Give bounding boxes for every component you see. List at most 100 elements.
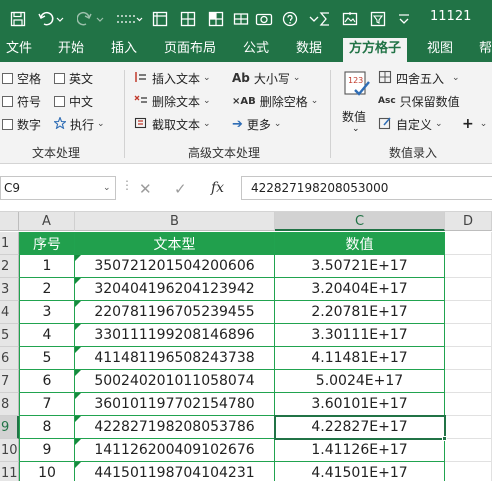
tab-file[interactable]: 文件: [6, 38, 32, 62]
table-header-cell[interactable]: 文本型: [75, 232, 275, 255]
tab-insert[interactable]: 插入: [111, 38, 137, 62]
column-header-b[interactable]: B: [75, 212, 275, 231]
image-icon[interactable]: [340, 6, 360, 32]
execute-button[interactable]: 执行 ⌄: [53, 114, 105, 134]
empty-cell[interactable]: [445, 416, 492, 439]
custom-button[interactable]: 自定义 ⌄: [378, 114, 443, 134]
insert-text-button[interactable]: 插入文本 ⌄: [134, 68, 211, 88]
table-cell[interactable]: 10: [19, 462, 75, 481]
table-cell[interactable]: 5.0024E+17: [275, 370, 445, 393]
tab-home[interactable]: 开始: [58, 38, 84, 62]
empty-cell[interactable]: [445, 232, 492, 255]
table-cell[interactable]: 1: [19, 255, 75, 278]
english-checkbox[interactable]: 英文: [54, 68, 93, 88]
formula-icon[interactable]: [316, 6, 334, 32]
cell-tool-icon-2[interactable]: [232, 6, 250, 32]
table-cell[interactable]: 330111199208146896: [75, 324, 275, 347]
tab-fangfang-gezi[interactable]: 方方格子: [343, 38, 408, 62]
delete-text-button[interactable]: 删除文本 ⌄: [134, 91, 211, 111]
empty-cell[interactable]: [445, 255, 492, 278]
text-tool-icon[interactable]: [114, 6, 144, 32]
table-cell[interactable]: 5: [19, 347, 75, 370]
plus-button[interactable]: + ⌄: [462, 114, 487, 134]
number-button[interactable]: 123 数值 ⌄: [338, 68, 374, 138]
resize-handle-icon[interactable]: ⋮: [121, 178, 133, 192]
row-header-11[interactable]: 11: [0, 462, 19, 481]
redo-icon[interactable]: [76, 6, 106, 32]
table-cell[interactable]: 141126200409102676: [75, 439, 275, 462]
table-cell[interactable]: 350721201504200606: [75, 255, 275, 278]
space-checkbox[interactable]: 空格: [2, 68, 41, 88]
camera-icon[interactable]: [254, 6, 274, 32]
row-header-1[interactable]: 1: [0, 232, 19, 255]
symbol-checkbox[interactable]: 符号: [2, 91, 41, 111]
formula-input[interactable]: 422827198208053000: [241, 176, 492, 200]
empty-cell[interactable]: [445, 278, 492, 301]
table-cell[interactable]: 360101197702154780: [75, 393, 275, 416]
tab-page-layout[interactable]: 页面布局: [164, 38, 216, 62]
more-button[interactable]: ➔ 更多 ⌄: [232, 114, 281, 134]
extract-text-button[interactable]: 截取文本 ⌄: [134, 114, 211, 134]
row-header-7[interactable]: 7: [0, 370, 19, 393]
row-header-10[interactable]: 10: [0, 439, 19, 462]
table-cell[interactable]: 4.41501E+17: [275, 462, 445, 481]
select-all-corner[interactable]: [0, 212, 19, 231]
tab-help[interactable]: 帮: [479, 38, 492, 62]
table-cell[interactable]: 3.20404E+17: [275, 278, 445, 301]
column-header-a[interactable]: A: [19, 212, 75, 231]
table-cell[interactable]: 4.22827E+17: [274, 415, 446, 440]
table-cell[interactable]: 3.30111E+17: [275, 324, 445, 347]
chinese-checkbox[interactable]: 中文: [54, 91, 93, 111]
menu-icon[interactable]: [394, 6, 414, 32]
save-icon[interactable]: [6, 6, 30, 32]
table-header-cell[interactable]: 数值: [275, 232, 445, 255]
table-cell[interactable]: 9: [19, 439, 75, 462]
tab-formulas[interactable]: 公式: [243, 38, 269, 62]
chevron-down-icon[interactable]: ⌄: [103, 183, 111, 193]
table-cell[interactable]: 8: [19, 416, 75, 439]
table-cell[interactable]: 4: [19, 324, 75, 347]
undo-icon[interactable]: [36, 6, 66, 32]
round-button[interactable]: 四舍五入 ⌄: [378, 68, 460, 88]
insert-function-button[interactable]: fx: [211, 180, 224, 196]
empty-cell[interactable]: [445, 324, 492, 347]
row-header-8[interactable]: 8: [0, 393, 19, 416]
row-header-6[interactable]: 6: [0, 347, 19, 370]
table-cell[interactable]: 220781196705239455: [75, 301, 275, 324]
enter-icon[interactable]: ✓: [174, 180, 187, 198]
row-header-2[interactable]: 2: [0, 255, 19, 278]
cancel-icon[interactable]: ✕: [139, 180, 152, 198]
table-cell[interactable]: 422827198208053786: [75, 416, 275, 439]
tab-data[interactable]: 数据: [296, 38, 322, 62]
table-cell[interactable]: 441501198704104231: [75, 462, 275, 481]
column-header-d[interactable]: D: [445, 212, 492, 231]
table-cell[interactable]: 500240201011058074: [75, 370, 275, 393]
table-cell[interactable]: 3.50721E+17: [275, 255, 445, 278]
table-cell[interactable]: 2.20781E+17: [275, 301, 445, 324]
fill-handle[interactable]: [442, 436, 447, 441]
row-header-3[interactable]: 3: [0, 278, 19, 301]
table-cell[interactable]: 3.60101E+17: [275, 393, 445, 416]
table-cell[interactable]: 320404196204123942: [75, 278, 275, 301]
empty-cell[interactable]: [445, 439, 492, 462]
empty-cell[interactable]: [445, 393, 492, 416]
keep-values-button[interactable]: Asc 只保留数值: [378, 91, 460, 111]
delete-space-button[interactable]: ×AB 删除空格 ⌄: [232, 91, 318, 111]
table-cell[interactable]: 1.41126E+17: [275, 439, 445, 462]
column-header-c[interactable]: C: [275, 212, 445, 231]
table-cell[interactable]: 411481196508243738: [75, 347, 275, 370]
row-header-5[interactable]: 5: [0, 324, 19, 347]
table-cell[interactable]: 4.11481E+17: [275, 347, 445, 370]
table-cell[interactable]: 3: [19, 301, 75, 324]
cell-tool-icon[interactable]: [206, 6, 226, 32]
number-checkbox[interactable]: 数字: [2, 114, 41, 134]
table-cell[interactable]: 6: [19, 370, 75, 393]
row-header-4[interactable]: 4: [0, 301, 19, 324]
table-cell[interactable]: 7: [19, 393, 75, 416]
table-header-cell[interactable]: 序号: [19, 232, 75, 255]
case-button[interactable]: Ab 大小写 ⌄: [232, 68, 300, 88]
tab-view[interactable]: 视图: [427, 38, 453, 62]
row-header-9[interactable]: 9: [0, 416, 19, 439]
empty-cell[interactable]: [445, 301, 492, 324]
empty-cell[interactable]: [445, 347, 492, 370]
